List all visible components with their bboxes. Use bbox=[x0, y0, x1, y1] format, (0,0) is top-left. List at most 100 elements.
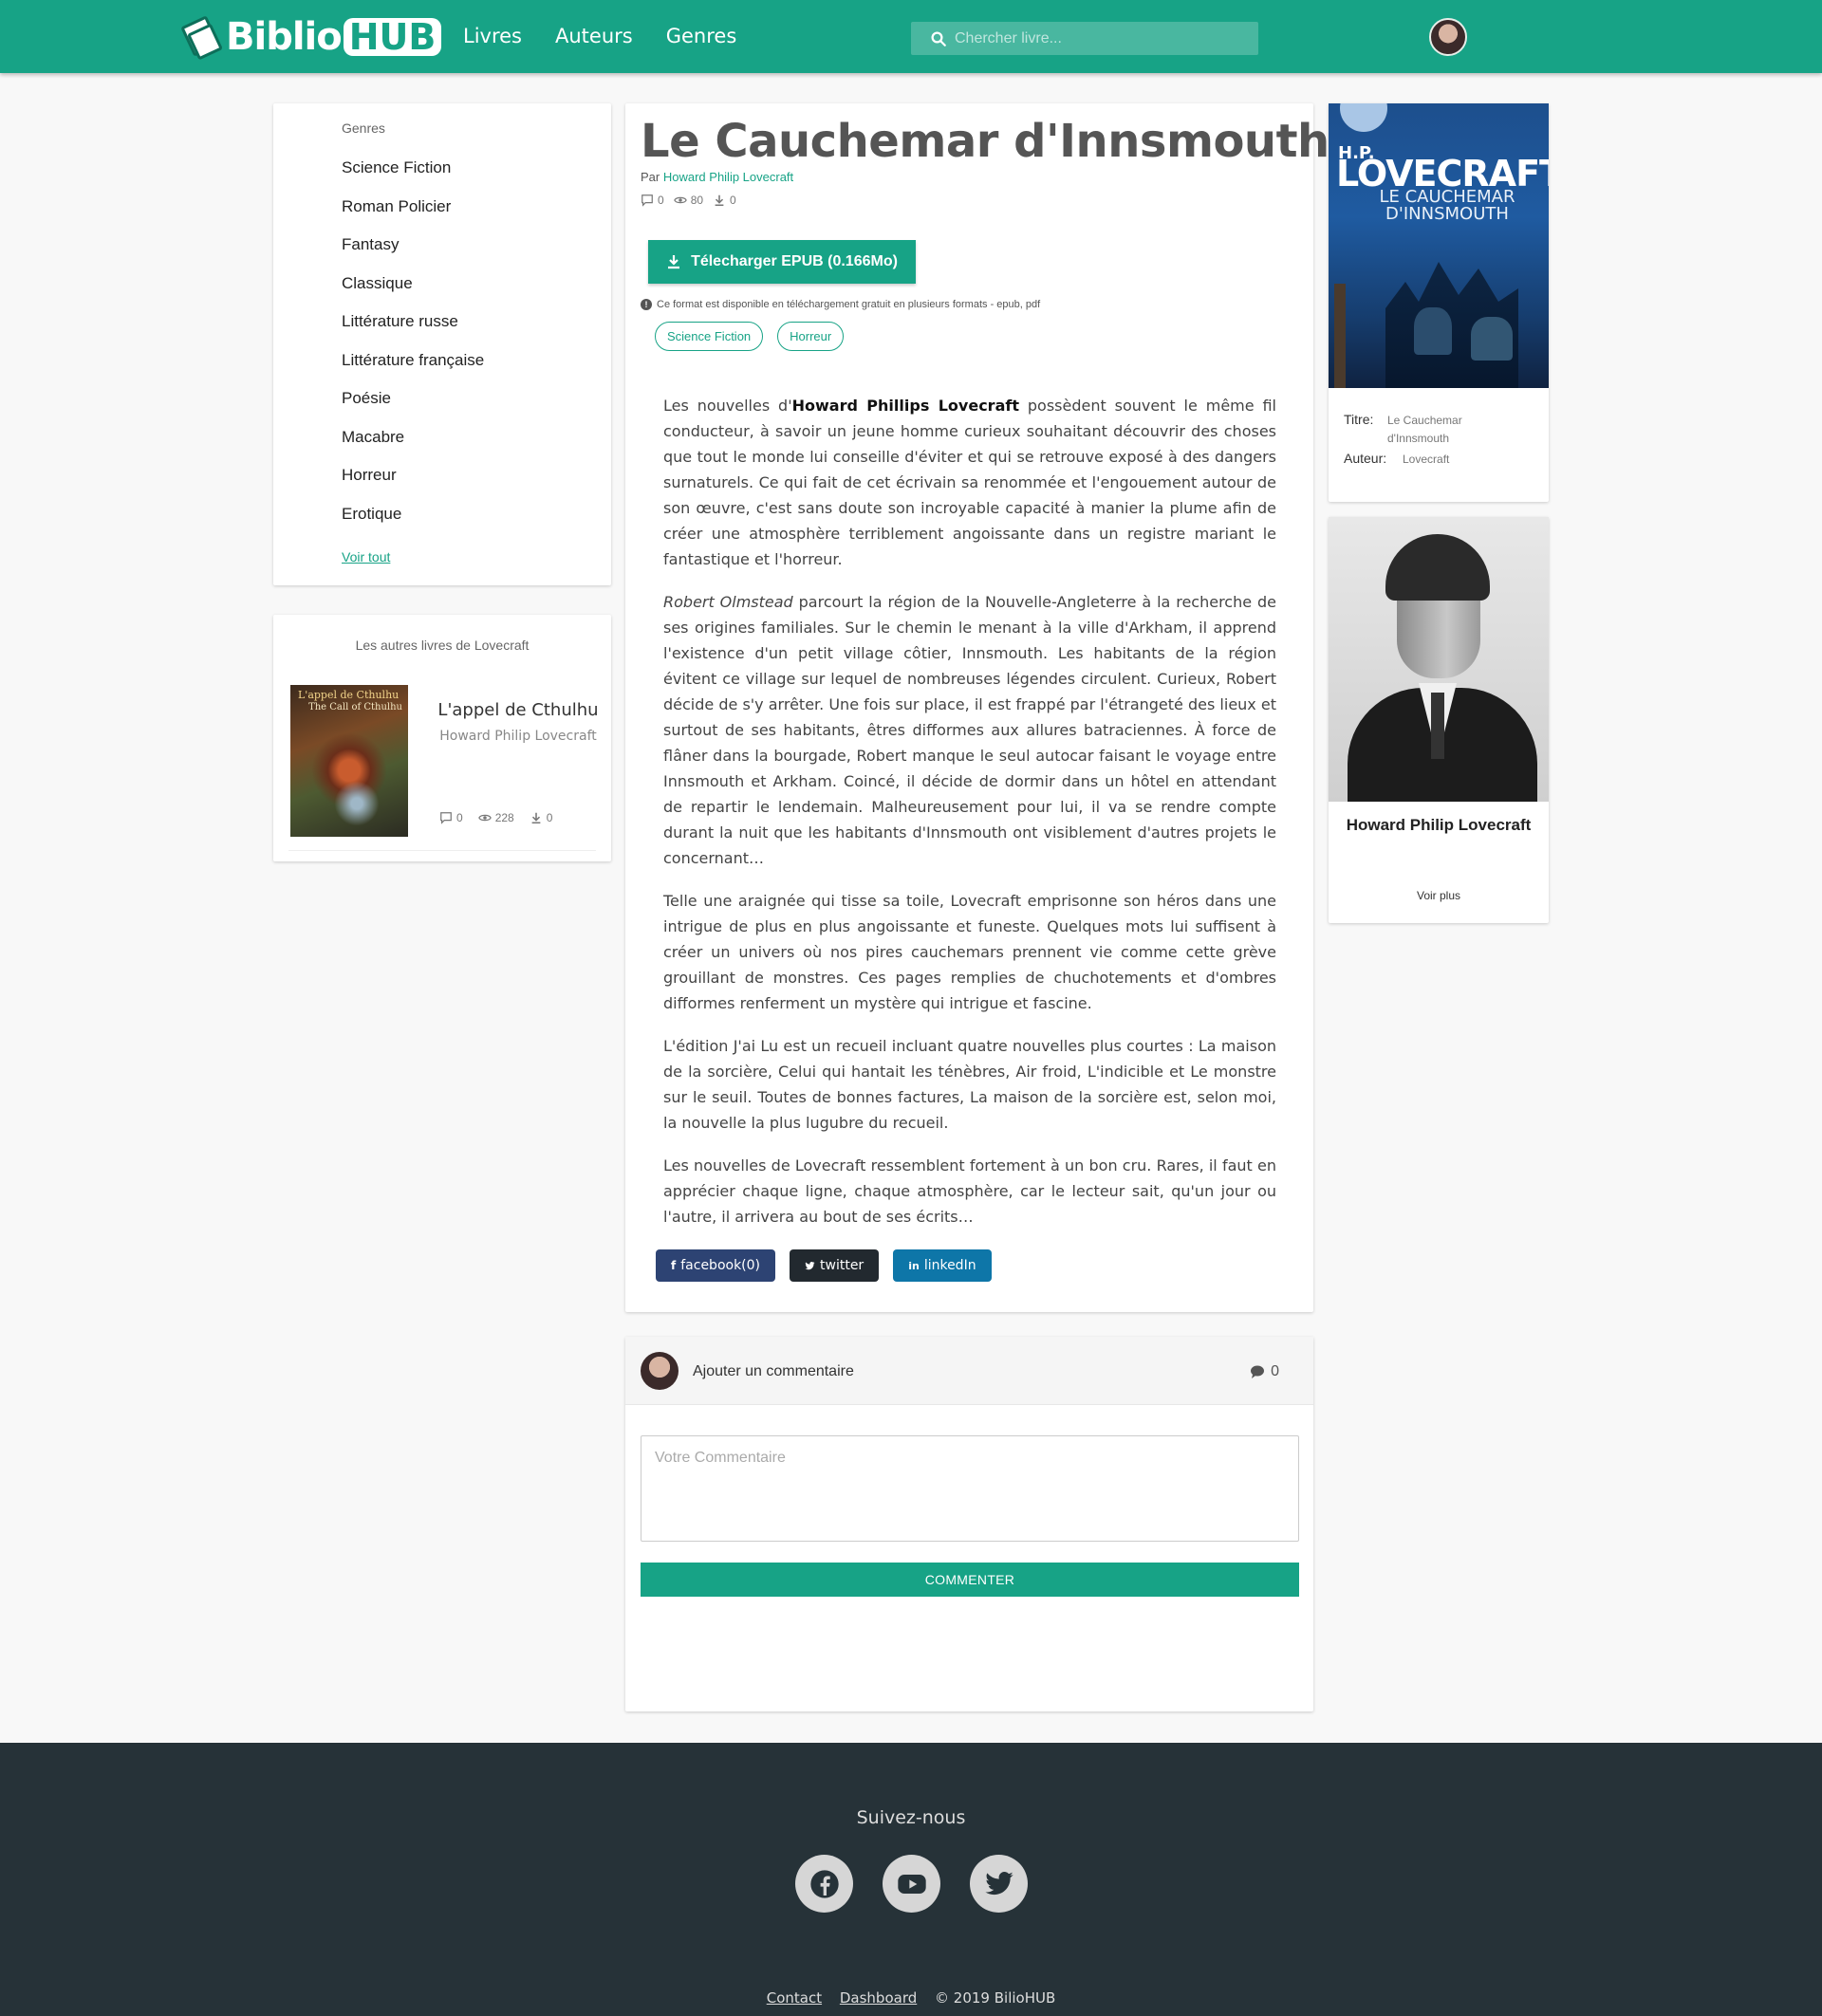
follow-title: Suivez-nous bbox=[856, 1807, 966, 1828]
genre-item[interactable]: Erotique bbox=[342, 505, 484, 544]
download-label: Télecharger EPUB (0.166Mo) bbox=[691, 253, 898, 269]
see-more-link[interactable]: Voir plus bbox=[1329, 889, 1549, 902]
download-icon bbox=[715, 194, 724, 207]
genres-title: Genres bbox=[342, 120, 385, 136]
user-avatar[interactable] bbox=[1429, 18, 1467, 56]
facebook-icon: f bbox=[671, 1259, 677, 1272]
speech-bubble-icon bbox=[1251, 1365, 1265, 1378]
genre-item[interactable]: Fantasy bbox=[342, 235, 484, 274]
genres-card: Genres Science Fiction Roman Policier Fa… bbox=[273, 103, 611, 585]
book-tags: Science Fiction Horreur bbox=[655, 322, 845, 351]
genre-item[interactable]: Littérature française bbox=[342, 351, 484, 390]
footer-links: Contact Dashboard © 2019 BilioHUB bbox=[0, 1989, 1822, 2007]
nav-link-livres[interactable]: Livres bbox=[463, 25, 522, 47]
by-prefix: Par bbox=[641, 170, 660, 184]
description-paragraph: Les nouvelles de Lovecraft ressemblent f… bbox=[663, 1156, 1276, 1226]
download-icon bbox=[668, 255, 680, 269]
eye-icon bbox=[673, 196, 687, 204]
other-books-title: Les autres livres de Lovecraft bbox=[355, 638, 530, 653]
nav-link-genres[interactable]: Genres bbox=[666, 25, 737, 47]
other-book-author: Howard Philip Lovecraft bbox=[439, 729, 597, 744]
youtube-link[interactable] bbox=[883, 1855, 940, 1913]
comment-count: 0 bbox=[456, 811, 463, 824]
genre-item[interactable]: Science Fiction bbox=[342, 158, 484, 197]
logo-text-hub: HUB bbox=[343, 18, 442, 56]
author-value: Lovecraft bbox=[1403, 453, 1450, 466]
download-icon bbox=[531, 812, 541, 824]
twitter-icon bbox=[984, 1871, 1013, 1895]
share-twitter-button[interactable]: twitter bbox=[790, 1249, 880, 1282]
copyright-text: © 2019 BilioHUB bbox=[935, 1989, 1056, 2007]
download-count: 0 bbox=[546, 811, 553, 824]
comment-header: Ajouter un commentaire 0 bbox=[625, 1337, 1313, 1405]
logo[interactable]: Biblio HUB bbox=[180, 15, 442, 61]
facebook-link[interactable] bbox=[795, 1855, 853, 1913]
tag-chip[interactable]: Science Fiction bbox=[655, 322, 764, 351]
share-linkedin-button[interactable]: in linkedIn bbox=[893, 1249, 992, 1282]
logo-text-biblio: Biblio bbox=[226, 15, 343, 59]
cover-title: LE CAUCHEMAR D'INNSMOUTH bbox=[1379, 187, 1515, 224]
other-books-card: Les autres livres de Lovecraft L'appel d… bbox=[273, 615, 611, 861]
nav-link-auteurs[interactable]: Auteurs bbox=[555, 25, 633, 47]
view-count: 228 bbox=[494, 811, 514, 824]
comment-card: Ajouter un commentaire 0 COMMENTER bbox=[625, 1337, 1313, 1711]
view-count: 80 bbox=[690, 194, 704, 207]
share-facebook-button[interactable]: f facebook(0) bbox=[656, 1249, 776, 1282]
twitter-icon bbox=[805, 1261, 815, 1269]
description-paragraph: Les nouvelles d'Howard Phillips Lovecraf… bbox=[663, 397, 1277, 568]
share-buttons: f facebook(0) twitter in linkedIn bbox=[656, 1249, 992, 1282]
genre-item[interactable]: Macabre bbox=[342, 428, 484, 467]
author-photo bbox=[1329, 517, 1549, 802]
other-book-stats: 0 228 0 bbox=[439, 811, 552, 824]
description-paragraph: L'édition J'ai Lu est un recueil incluan… bbox=[663, 1037, 1276, 1132]
facebook-icon bbox=[809, 1869, 839, 1898]
info-icon: ! bbox=[641, 299, 652, 310]
comment-count-badge: 0 bbox=[1250, 1363, 1279, 1380]
genre-item[interactable]: Roman Policier bbox=[342, 197, 484, 236]
tag-chip[interactable]: Horreur bbox=[777, 322, 845, 351]
info-row-title: Titre: Le Cauchemar d'Innsmouth bbox=[1344, 412, 1520, 448]
genres-list: Science Fiction Roman Policier Fantasy C… bbox=[342, 158, 484, 543]
comment-icon bbox=[641, 194, 653, 207]
title-value: Le Cauchemar d'Innsmouth bbox=[1387, 414, 1462, 445]
book-logo-icon bbox=[180, 15, 224, 61]
book-cover-image[interactable]: L'appel de Cthulhu The Call of Cthulhu bbox=[290, 685, 408, 837]
comment-textarea[interactable] bbox=[641, 1435, 1299, 1542]
dashboard-link[interactable]: Dashboard bbox=[840, 1989, 917, 2007]
book-stats: 0 80 0 bbox=[641, 194, 736, 207]
genre-item[interactable]: Poésie bbox=[342, 389, 484, 428]
book-title: Le Cauchemar d'Innsmouth bbox=[641, 115, 1329, 168]
other-book-title[interactable]: L'appel de Cthulhu bbox=[425, 700, 611, 720]
genre-item[interactable]: Littérature russe bbox=[342, 312, 484, 351]
info-row-author: Auteur: Lovecraft bbox=[1344, 451, 1535, 469]
top-navbar: Biblio HUB Livres Auteurs Genres bbox=[0, 0, 1822, 73]
author-card: Howard Philip Lovecraft Voir plus bbox=[1329, 517, 1549, 923]
format-info: ! Ce format est disponible en télécharge… bbox=[641, 299, 1040, 310]
social-links bbox=[795, 1855, 1028, 1913]
author-link[interactable]: Howard Philip Lovecraft bbox=[663, 170, 793, 184]
book-byline: Par Howard Philip Lovecraft bbox=[641, 170, 793, 184]
download-epub-button[interactable]: Télecharger EPUB (0.166Mo) bbox=[648, 240, 916, 284]
description-paragraph: Telle une araignée qui tisse sa toile, L… bbox=[663, 892, 1276, 1012]
contact-link[interactable]: Contact bbox=[767, 1989, 822, 2007]
search-input[interactable] bbox=[955, 29, 1239, 47]
cover-title: L'appel de Cthulhu bbox=[298, 689, 400, 701]
add-comment-label: Ajouter un commentaire bbox=[693, 1363, 854, 1379]
search-icon bbox=[931, 31, 946, 46]
genre-item[interactable]: Classique bbox=[342, 274, 484, 313]
author-name: Howard Philip Lovecraft bbox=[1346, 816, 1532, 834]
twitter-link[interactable] bbox=[970, 1855, 1028, 1913]
download-count: 0 bbox=[730, 194, 736, 207]
book-info-card: H.P. LOVECRAFT LE CAUCHEMAR D'INNSMOUTH … bbox=[1329, 103, 1549, 502]
genre-item[interactable]: Horreur bbox=[342, 466, 484, 505]
eye-icon bbox=[477, 814, 492, 822]
submit-comment-button[interactable]: COMMENTER bbox=[641, 1563, 1299, 1597]
comment-count: 0 bbox=[658, 194, 664, 207]
book-detail-card: Le Cauchemar d'Innsmouth Par Howard Phil… bbox=[625, 103, 1329, 1312]
linkedin-icon: in bbox=[908, 1259, 920, 1272]
footer: Suivez-nous Contact Dashboard © 2019 Bil… bbox=[0, 1743, 1822, 2016]
see-all-genres-link[interactable]: Voir tout bbox=[342, 549, 390, 564]
search-bar bbox=[911, 22, 1258, 55]
cover-subtitle: The Call of Cthulhu bbox=[308, 702, 402, 712]
comment-icon bbox=[440, 812, 452, 824]
